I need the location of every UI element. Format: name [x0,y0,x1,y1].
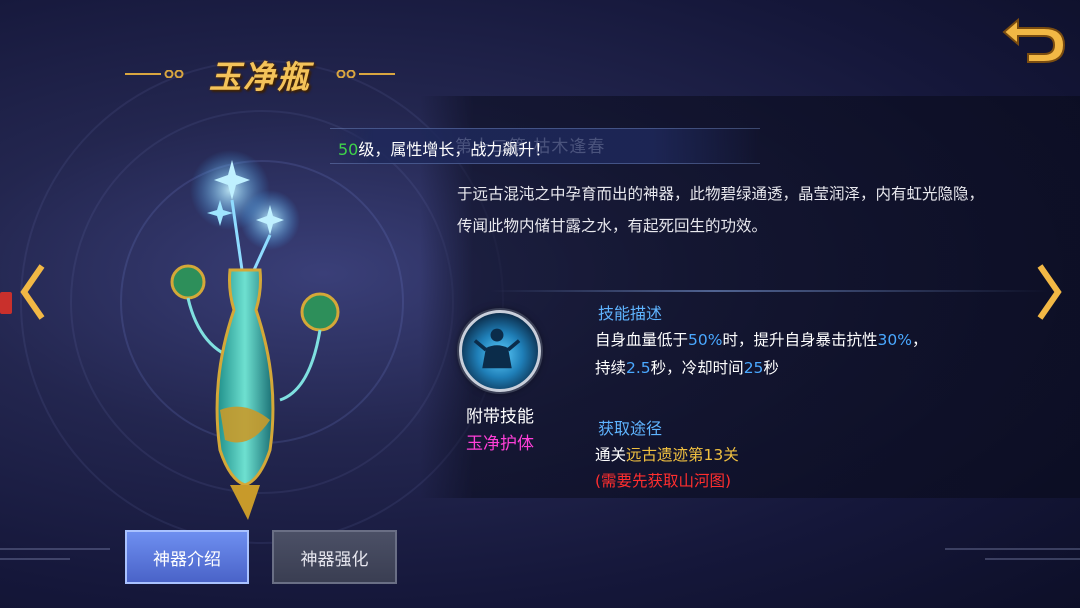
artifact-title: 玉净瓶 [208,58,311,96]
artifact-description: 于远古混沌之中孕育而出的神器，此物碧绿通透，晶莹润泽，内有虹光隐隐，传闻此物内储… [457,185,985,235]
decorative-line [985,558,1080,560]
obtain-heading: 获取途径 [598,419,663,438]
skill-description-line2: 持续2.5秒，冷却时间25秒 [595,359,779,377]
skill-caption: 附带技能 玉净护体 [455,402,545,454]
level-line-text: 级，属性增长，战力飙升！ [358,140,551,159]
tab-artifact-enhance[interactable]: 神器强化 [272,530,397,584]
gift-icon[interactable] [0,292,12,314]
back-button[interactable] [998,12,1068,64]
level-number: 50 [338,140,359,159]
tab-artifact-intro[interactable]: 神器介绍 [125,530,249,584]
skill-description: 自身血量低于50%时，提升自身暴击抗性30%， 持续2.5秒，冷却时间25秒 [595,326,1015,382]
section-divider [490,290,1050,292]
skill-description-line1: 自身血量低于50%时，提升自身暴击抗性30%， [595,331,928,349]
skill-name: 玉净护体 [466,434,534,454]
skill-icon-button[interactable] [459,310,541,392]
meditating-figure-icon [473,328,521,369]
obtain-info: 通关远古遗迹第13关 (需要先获取山河图) [595,442,1015,494]
decorative-line [0,558,70,560]
obtain-requirement: (需要先获取山河图) [595,472,732,490]
skill-caption-label: 附带技能 [466,407,534,427]
previous-arrow-icon[interactable] [18,262,48,322]
skill-description-heading: 技能描述 [598,304,663,323]
decorative-line [945,548,1080,550]
level-line: 50级，属性增长，战力飙升！ [338,136,550,160]
obtain-route: 通关远古遗迹第13关 [595,446,739,464]
jade-vase-artwork [170,150,340,520]
right-ornament-icon [336,70,395,78]
decorative-line [0,548,110,550]
left-ornament-icon [125,70,184,78]
artifact-title-banner: 玉净瓶 [125,52,395,96]
obtain-location[interactable]: 远古遗迹第13关 [626,446,739,464]
next-arrow-icon[interactable] [1034,262,1064,322]
